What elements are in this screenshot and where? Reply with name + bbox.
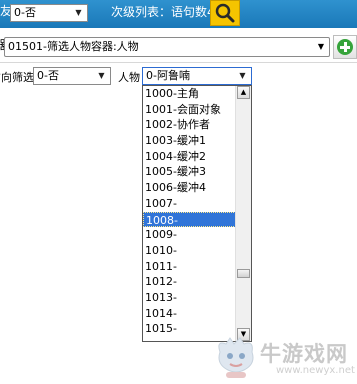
dropdown-option[interactable]: 1010-: [143, 243, 236, 259]
dropdown-option[interactable]: 1007-: [143, 196, 236, 212]
dropdown-option[interactable]: 1001-会面对象: [143, 102, 236, 118]
dropdown-option[interactable]: 1004-缓冲2: [143, 149, 236, 165]
dropdown-option[interactable]: 1005-缓冲3: [143, 164, 236, 180]
dropdown-option[interactable]: 1009-: [143, 227, 236, 243]
person-select-value: 0-阿鲁喃: [146, 69, 190, 82]
dropdown-option[interactable]: 1003-缓冲1: [143, 133, 236, 149]
chevron-down-icon: ▼: [98, 71, 105, 80]
toolbar-left-label: 友: [0, 4, 10, 18]
dropdown-option[interactable]: 1000-主角: [143, 86, 236, 102]
dropdown-option[interactable]: 1006-缓冲4: [143, 180, 236, 196]
person-select[interactable]: 0-阿鲁喃 ▼: [142, 67, 252, 85]
toolbar: 友 0-否 ▼ 次级列表：语句数4: [0, 0, 357, 28]
scrollbar-thumb[interactable]: [237, 269, 250, 278]
dropdown-scrollbar[interactable]: ▲ ▼: [235, 86, 251, 341]
direction-filter-select[interactable]: 0-否 ▼: [33, 67, 111, 85]
person-dropdown-list[interactable]: 1000-主角 1001-会面对象 1002-协作者 1003-缓冲1 1004…: [142, 85, 252, 342]
dropdown-option[interactable]: 1013-: [143, 290, 236, 306]
direction-filter-label: 方向筛选: [0, 71, 34, 84]
container-select-value: 01501-筛选人物容器:人物: [8, 40, 139, 53]
scroll-up-icon[interactable]: ▲: [237, 86, 250, 99]
plus-circle-icon: [337, 39, 353, 55]
watermark-url: www.newyx.net: [276, 365, 355, 376]
sublist-label: 次级列表：语句数4: [111, 5, 215, 19]
chevron-down-icon: ▼: [239, 71, 246, 80]
type-select[interactable]: 0-否 ▼: [10, 4, 88, 22]
add-container-button[interactable]: [333, 35, 357, 59]
site-watermark: 牛游戏网 www.newyx.net: [210, 332, 357, 384]
person-label: 人物: [118, 71, 140, 84]
chevron-down-icon: ▼: [75, 8, 82, 17]
dropdown-option[interactable]: 1011-: [143, 259, 236, 275]
direction-filter-value: 0-否: [37, 69, 59, 82]
chevron-down-icon: ▼: [317, 42, 325, 51]
dropdown-options: 1000-主角 1001-会面对象 1002-协作者 1003-缓冲1 1004…: [143, 86, 236, 337]
dropdown-option[interactable]: 1012-: [143, 274, 236, 290]
search-button[interactable]: [210, 0, 240, 26]
mascot-logo-icon: [218, 337, 254, 378]
watermark-text: 牛游戏网: [260, 342, 348, 366]
dropdown-option[interactable]: 1014-: [143, 306, 236, 322]
type-select-value: 0-否: [14, 6, 36, 19]
container-select[interactable]: 01501-筛选人物容器:人物 ▼: [4, 37, 330, 57]
dropdown-option-selected[interactable]: 1008-: [143, 211, 236, 228]
dropdown-option[interactable]: 1002-协作者: [143, 117, 236, 133]
search-icon: [215, 3, 235, 23]
